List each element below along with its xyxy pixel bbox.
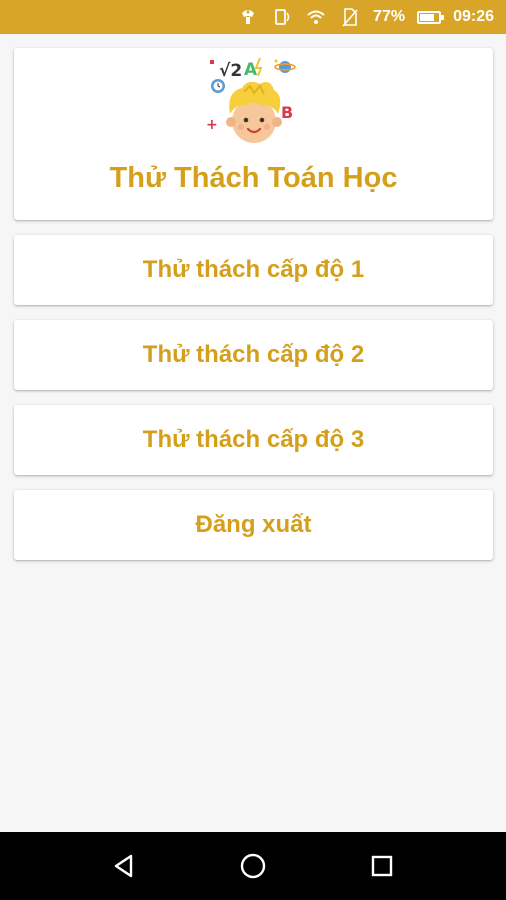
app-title: Thử Thách Toán Học — [109, 162, 398, 194]
wifi-icon — [305, 6, 327, 28]
navigation-bar — [0, 832, 506, 900]
logout-button[interactable]: Đăng xuất — [14, 490, 493, 560]
notification-icon — [237, 6, 259, 28]
nfc-icon — [271, 6, 293, 28]
math-kid-logo-icon: √2 A + B — [206, 57, 296, 143]
level-3-button[interactable]: Thử thách cấp độ 3 — [14, 405, 493, 475]
svg-text:√2: √2 — [219, 61, 242, 81]
svg-text:A: A — [244, 60, 258, 80]
main-content: √2 A + B Thử Thách Toán Học Thử thách cấ… — [14, 48, 493, 560]
back-icon[interactable] — [104, 846, 144, 886]
battery-percent: 77% — [373, 8, 406, 25]
clock: 09:26 — [453, 8, 494, 25]
recents-icon[interactable] — [362, 846, 402, 886]
home-icon[interactable] — [233, 846, 273, 886]
header-card: √2 A + B Thử Thách Toán Học — [14, 48, 493, 220]
no-sim-icon — [339, 6, 361, 28]
level-2-button[interactable]: Thử thách cấp độ 2 — [14, 320, 493, 390]
level-1-button[interactable]: Thử thách cấp độ 1 — [14, 235, 493, 305]
status-bar: 77% 09:26 — [0, 0, 506, 34]
battery-icon — [417, 10, 445, 24]
svg-text:B: B — [281, 103, 293, 122]
svg-text:+: + — [206, 117, 218, 133]
